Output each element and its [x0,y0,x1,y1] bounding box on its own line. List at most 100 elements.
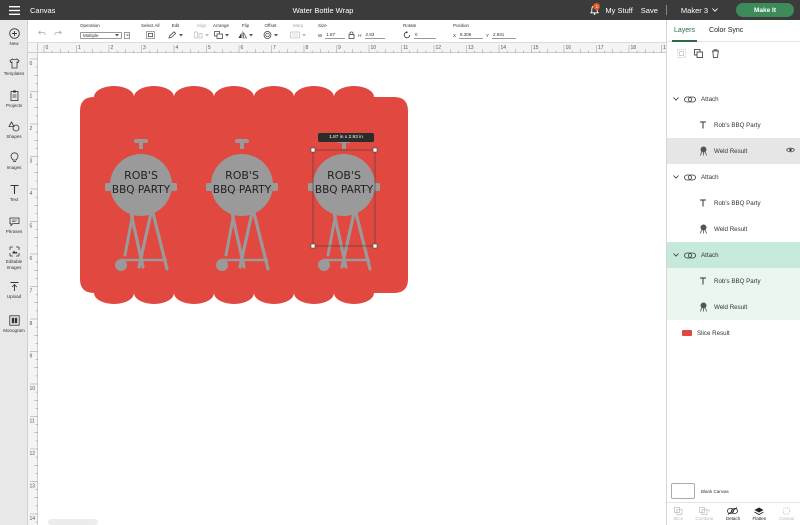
notification-badge: 1 [593,3,601,10]
sidebar-item-label: Upload [6,294,22,299]
flip-button[interactable] [238,30,253,40]
slice-icon [673,507,682,515]
chevron-down-icon[interactable] [673,97,679,101]
resize-handle[interactable] [372,243,378,249]
flatten-button[interactable]: Flatten [753,507,766,521]
ruler-label: 1 [30,94,33,100]
layer-group-attach[interactable]: Attach [667,86,800,112]
clipboard-icon [10,90,18,101]
layer-item-weld-result[interactable]: Weld Result [667,138,800,164]
layer-label: Rob's BBQ Party [714,121,761,129]
edit-button[interactable] [168,30,183,40]
sidebar-item-templates[interactable]: Templates [0,58,28,76]
horizontal-scrollbar[interactable] [48,519,98,525]
layer-group-attach[interactable]: Attach [667,164,800,190]
sidebar-item-images[interactable]: Images [0,152,28,170]
detach-button[interactable]: Detach [726,507,740,521]
notifications-button[interactable]: 1 [587,3,601,17]
y-position-input[interactable]: 2.931 [492,32,517,39]
machine-selector[interactable]: Maker 3 [681,6,718,15]
blank-canvas-label: Blank Canvas [701,488,729,494]
text-layer-icon [700,199,706,207]
trash-icon[interactable] [711,48,720,58]
make-it-button[interactable]: Make It [736,3,794,17]
offset-icon [263,31,272,39]
design-text-line2: BBQ PARTY [112,184,171,196]
operation-select[interactable]: Multiple [80,31,122,39]
resize-handle[interactable] [310,243,316,249]
layers-list: Attach Rob's BBQ Party Weld Result Attac… [667,86,800,346]
sidebar-item-text[interactable]: Text [0,184,28,202]
x-position-input[interactable]: 8.306 [459,32,484,39]
ruler-label: 14 [30,516,36,522]
ruler-left: 0 1 2 3 4 5 6 7 8 9 10 11 12 13 14 [28,53,38,525]
layer-item-slice-result[interactable]: Slice Result [667,320,800,346]
ruler-label: 0 [46,45,49,51]
layer-item-text[interactable]: Rob's BBQ Party [667,112,800,138]
sidebar-item-new[interactable]: New [0,28,28,46]
ruler-label: 13 [30,484,36,490]
arrange-button[interactable] [213,30,229,40]
layer-item-weld-result[interactable]: Weld Result [667,294,800,320]
sidebar-item-phrases[interactable]: Phrases [0,216,28,234]
design-text-line1: ROB'S [327,169,361,182]
contour-button[interactable]: Contour [779,507,795,521]
flip-label: Flip [241,23,250,28]
ruler-label: 4 [30,191,33,197]
sidebar-item-projects[interactable]: Projects [0,90,28,108]
group-icon[interactable] [677,48,686,58]
grill-layer-icon [699,224,707,234]
width-input[interactable]: 1.87 [325,32,346,39]
attach-icon [684,96,696,102]
warp-icon [290,31,300,39]
layer-label: Attach [701,173,719,181]
design-canvas[interactable]: ROB'S BBQ PARTY ROB'S BBQ PARTY ROB'S BB… [38,53,666,525]
combine-button[interactable]: Combine [695,507,713,521]
save-button[interactable]: Save [641,6,658,15]
sidebar-item-editable-images[interactable]: Editable Images [0,246,28,271]
resize-handle[interactable] [372,147,378,153]
ruler-label: 4 [176,45,179,51]
ruler-top: 012345678910111213141516171819 [38,43,666,53]
layer-item-text[interactable]: Rob's BBQ Party [667,190,800,216]
offset-button[interactable] [263,30,278,40]
slice-button[interactable]: Slice [673,507,683,521]
select-all-button[interactable] [141,30,160,40]
lock-icon[interactable] [348,31,355,39]
rotate-input[interactable]: 0 [414,32,436,39]
tab-layers[interactable]: Layers [667,20,702,42]
sidebar-item-upload[interactable]: Upload [0,281,28,299]
layer-group-attach-selected[interactable]: Attach [667,242,800,268]
align-button[interactable] [194,30,209,40]
undo-icon[interactable] [38,30,46,36]
tab-color-sync[interactable]: Color Sync [702,20,750,42]
warp-label: Warp [292,23,304,28]
project-title[interactable]: Water Bottle Wrap [0,6,646,15]
layer-item-weld-result[interactable]: Weld Result [667,216,800,242]
sidebar-item-monogram[interactable]: Monogram [0,315,28,333]
left-sidebar: New Templates Projects Shapes Images Tex… [0,20,28,525]
sidebar-item-label: Monogram [3,328,25,333]
layer-item-text[interactable]: Rob's BBQ Party [667,268,800,294]
duplicate-icon[interactable] [694,48,703,58]
ruler-label: 5 [30,224,33,230]
layer-label: Slice Result [697,329,730,337]
eye-icon[interactable] [786,147,795,153]
ruler-label: 3 [30,159,33,165]
height-input[interactable]: 2.93 [364,32,385,39]
ruler-label: 6 [241,45,244,51]
chevron-down-icon[interactable] [673,175,679,179]
resize-handle[interactable] [310,147,316,153]
height-label: H [358,32,362,38]
operation-options-button[interactable] [124,31,130,39]
chevron-down-icon[interactable] [673,253,679,257]
ruler-label: 10 [371,45,377,51]
warp-button[interactable] [290,30,306,40]
upload-icon [10,282,18,291]
ruler-label: 11 [30,419,35,425]
sidebar-item-shapes[interactable]: Shapes [0,121,28,139]
redo-icon[interactable] [54,30,62,36]
blank-canvas-layer[interactable]: Blank Canvas [671,482,797,500]
sidebar-item-label: Projects [5,103,23,108]
my-stuff-link[interactable]: My Stuff [605,6,632,15]
